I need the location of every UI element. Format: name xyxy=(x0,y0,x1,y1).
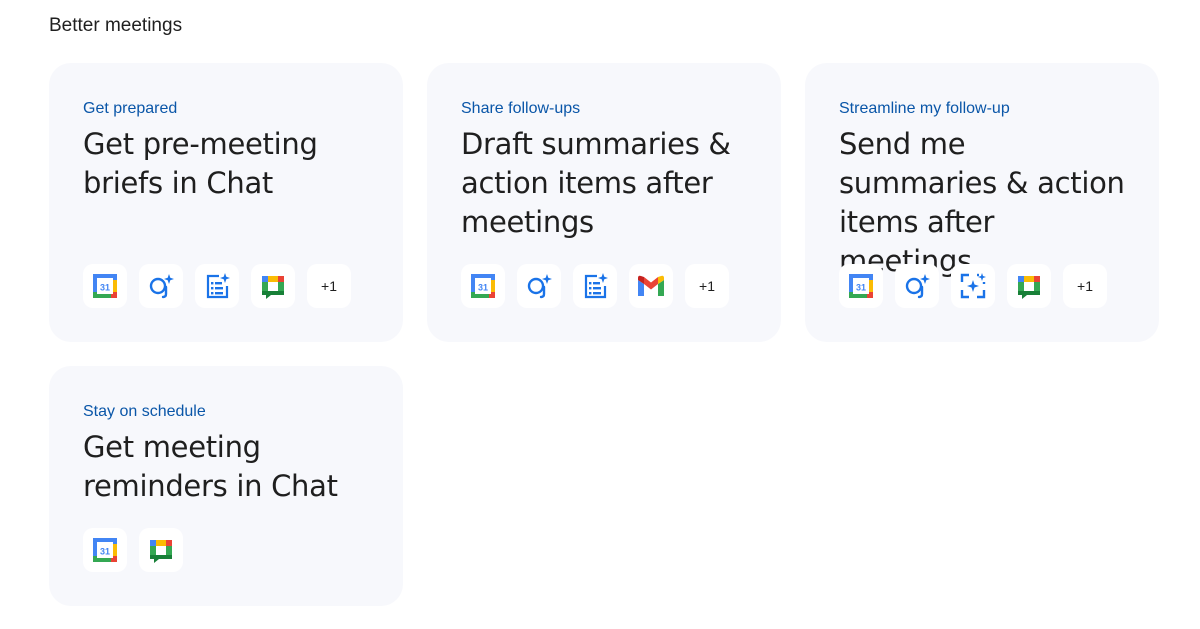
calendar-day: 31 xyxy=(856,283,866,293)
card-stay-on-schedule[interactable]: Stay on schedule Get meeting reminders i… xyxy=(49,366,403,606)
card-title: Get pre-meeting briefs in Chat xyxy=(83,127,318,200)
calendar-day: 31 xyxy=(100,547,110,557)
icon-row: 31 xyxy=(83,264,351,308)
card-eyebrow: Streamline my follow-up xyxy=(839,100,1010,117)
calendar-icon: 31 xyxy=(839,264,883,308)
card-title: Draft summaries & action items after mee… xyxy=(461,127,731,239)
tasks-sparkle-icon xyxy=(195,264,239,308)
assistant-sparkle-icon xyxy=(139,264,183,308)
card-streamline-follow-up[interactable]: Streamline my follow-up Send me summarie… xyxy=(805,63,1159,342)
card-get-prepared[interactable]: Get prepared Get pre-meeting briefs in C… xyxy=(49,63,403,342)
card-eyebrow: Share follow-ups xyxy=(461,100,581,117)
calendar-day: 31 xyxy=(100,283,110,293)
card-eyebrow: Stay on schedule xyxy=(83,403,206,420)
calendar-icon: 31 xyxy=(83,528,127,572)
section-title: Better meetings xyxy=(49,15,183,36)
calendar-day: 31 xyxy=(478,283,488,293)
icon-row: 31 xyxy=(83,528,183,572)
tasks-sparkle-icon xyxy=(573,264,617,308)
chat-icon xyxy=(139,528,183,572)
focus-sparkle-icon xyxy=(951,264,995,308)
assistant-sparkle-icon xyxy=(895,264,939,308)
chat-icon xyxy=(251,264,295,308)
more-apps-badge[interactable]: +1 xyxy=(1063,264,1107,308)
calendar-icon: 31 xyxy=(461,264,505,308)
card-title: Get meeting reminders in Chat xyxy=(83,430,338,503)
card-eyebrow: Get prepared xyxy=(83,100,178,117)
icon-row: 31 xyxy=(461,264,729,308)
icon-row: 31 xyxy=(839,264,1107,308)
card-share-follow-ups[interactable]: Share follow-ups Draft summaries & actio… xyxy=(427,63,781,342)
gmail-icon xyxy=(629,264,673,308)
card-title: Send me summaries & action items after m… xyxy=(839,127,1125,278)
more-apps-badge[interactable]: +1 xyxy=(307,264,351,308)
more-apps-badge[interactable]: +1 xyxy=(685,264,729,308)
calendar-icon: 31 xyxy=(83,264,127,308)
assistant-sparkle-icon xyxy=(517,264,561,308)
chat-icon xyxy=(1007,264,1051,308)
